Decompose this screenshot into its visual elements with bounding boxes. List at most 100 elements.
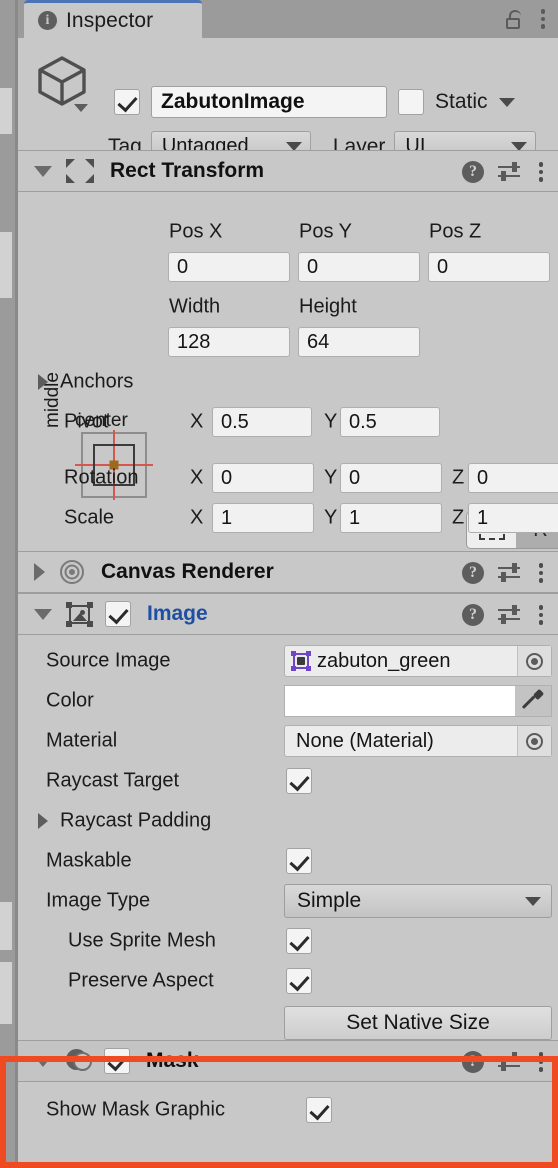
lock-body — [506, 17, 520, 29]
material-row: Material None (Material) — [18, 721, 558, 761]
color-label: Color — [46, 689, 94, 712]
set-native-size-row: Set Native Size — [18, 1003, 558, 1043]
foldout-arrow-raycast-padding[interactable] — [38, 813, 48, 829]
help-icon[interactable]: ? — [462, 161, 484, 183]
foldout-arrow-image[interactable] — [34, 608, 52, 620]
width-label: Width — [169, 295, 221, 318]
kebab-menu-icon[interactable] — [534, 162, 548, 182]
material-field[interactable]: None (Material) — [284, 725, 552, 757]
raycast-target-row: Raycast Target — [18, 761, 558, 801]
use-sprite-mesh-checkbox[interactable] — [286, 928, 312, 954]
image-type-label: Image Type — [46, 889, 151, 912]
help-icon[interactable]: ? — [462, 562, 484, 584]
use-sprite-mesh-label: Use Sprite Mesh — [68, 929, 216, 952]
preserve-aspect-checkbox[interactable] — [286, 968, 312, 994]
component-title-image: Image — [147, 602, 208, 625]
component-header-actions: ? — [462, 1041, 548, 1083]
scale-label: Scale — [64, 506, 115, 529]
kebab-menu-icon[interactable] — [534, 605, 548, 625]
scale-y-input[interactable]: 1 — [340, 503, 442, 533]
foldout-arrow-canvas-renderer[interactable] — [34, 563, 45, 581]
pivot-x-input[interactable]: 0.5 — [212, 407, 312, 437]
object-picker-icon — [526, 652, 543, 670]
rotation-y-axis-label: Y — [324, 466, 338, 489]
pos-z-label: Pos Z — [429, 220, 482, 243]
source-image-field[interactable]: zabuton_green — [284, 645, 552, 677]
tab-inspector[interactable]: i Inspector — [24, 0, 202, 38]
set-native-size-button[interactable]: Set Native Size — [284, 1006, 552, 1040]
kebab-menu-icon[interactable] — [534, 563, 548, 583]
component-header-canvas-renderer[interactable]: Canvas Renderer ? — [18, 551, 558, 593]
cube-icon — [38, 56, 86, 106]
preset-settings-icon[interactable] — [498, 1052, 520, 1071]
component-header-actions: ? — [462, 594, 548, 636]
show-mask-graphic-checkbox[interactable] — [306, 1097, 332, 1123]
image-component-icon — [66, 601, 93, 627]
static-checkbox[interactable] — [398, 89, 424, 115]
preserve-aspect-row: Preserve Aspect — [18, 961, 558, 1001]
preset-settings-icon[interactable] — [498, 605, 520, 624]
maskable-checkbox[interactable] — [286, 848, 312, 874]
foldout-arrow-mask[interactable] — [34, 1055, 52, 1067]
eyedropper-button[interactable] — [515, 686, 551, 716]
rotation-x-input[interactable]: 0 — [212, 463, 314, 493]
kebab-menu-icon[interactable] — [536, 9, 550, 29]
component-header-image[interactable]: Image ? — [18, 593, 558, 635]
source-image-row: Source Image zabuton_green — [18, 641, 558, 681]
raycast-target-checkbox[interactable] — [286, 768, 312, 794]
anchors-label: Anchors — [60, 370, 134, 393]
component-header-rect-transform[interactable]: Rect Transform ? — [18, 150, 558, 192]
foldout-arrow-rect-transform[interactable] — [34, 165, 52, 177]
preset-settings-icon[interactable] — [498, 563, 520, 582]
color-field[interactable] — [284, 685, 552, 717]
mask-enabled-checkbox[interactable] — [104, 1048, 130, 1074]
pos-y-input[interactable]: 0 — [298, 252, 420, 282]
help-icon[interactable]: ? — [462, 1051, 484, 1073]
color-row: Color — [18, 681, 558, 721]
show-mask-graphic-row: Show Mask Graphic — [18, 1090, 558, 1130]
image-type-dropdown[interactable]: Simple — [284, 884, 552, 918]
lock-icon[interactable] — [505, 9, 522, 29]
image-type-value: Simple — [297, 889, 362, 912]
mask-component-icon — [66, 1048, 92, 1074]
gameobject-name-field[interactable]: ZabutonImage — [151, 86, 387, 118]
inspector-panel: ZabutonImage Static Tag Untagged Layer U… — [18, 38, 558, 1168]
anchors-foldout-row[interactable]: Anchors — [18, 362, 558, 402]
source-image-value: zabuton_green — [317, 649, 451, 672]
help-icon[interactable]: ? — [462, 604, 484, 626]
scale-x-axis-label: X — [190, 506, 204, 529]
color-swatch[interactable] — [285, 686, 515, 716]
preset-settings-icon[interactable] — [498, 162, 520, 181]
rect-transform-icon — [66, 158, 94, 184]
rotation-z-input[interactable]: 0 — [468, 463, 558, 493]
pivot-y-axis-label: Y — [324, 410, 338, 433]
pivot-y-input[interactable]: 0.5 — [340, 407, 440, 437]
rotation-y-input[interactable]: 0 — [340, 463, 442, 493]
scale-x-input[interactable]: 1 — [212, 503, 314, 533]
icon-dropdown-caret[interactable] — [74, 104, 88, 112]
raycast-padding-row[interactable]: Raycast Padding — [18, 801, 558, 841]
static-dropdown-caret-icon[interactable] — [498, 97, 515, 107]
mask-body: Show Mask Graphic — [18, 1082, 558, 1142]
rotation-x-axis-label: X — [190, 466, 204, 489]
show-mask-graphic-label: Show Mask Graphic — [46, 1098, 225, 1121]
scale-z-input[interactable]: 1 — [468, 503, 558, 533]
pivot-label: Pivot — [64, 410, 109, 433]
kebab-menu-icon[interactable] — [534, 1052, 548, 1072]
object-picker-icon — [526, 732, 543, 750]
raycast-padding-label: Raycast Padding — [60, 809, 212, 832]
height-input[interactable]: 64 — [298, 327, 420, 357]
component-header-mask[interactable]: Mask ? — [18, 1040, 558, 1082]
source-image-object-picker-button[interactable] — [517, 646, 551, 676]
material-object-picker-button[interactable] — [517, 726, 551, 756]
gameobject-enabled-checkbox[interactable] — [114, 89, 140, 115]
pos-x-input[interactable]: 0 — [168, 252, 290, 282]
width-input[interactable]: 128 — [168, 327, 290, 357]
material-value: None (Material) — [296, 729, 434, 752]
pos-z-input[interactable]: 0 — [428, 252, 550, 282]
foldout-arrow-anchors[interactable] — [38, 374, 48, 390]
image-enabled-checkbox[interactable] — [105, 601, 131, 627]
raycast-target-label: Raycast Target — [46, 769, 180, 792]
sprite-icon — [291, 651, 311, 671]
pos-x-label: Pos X — [169, 220, 223, 243]
